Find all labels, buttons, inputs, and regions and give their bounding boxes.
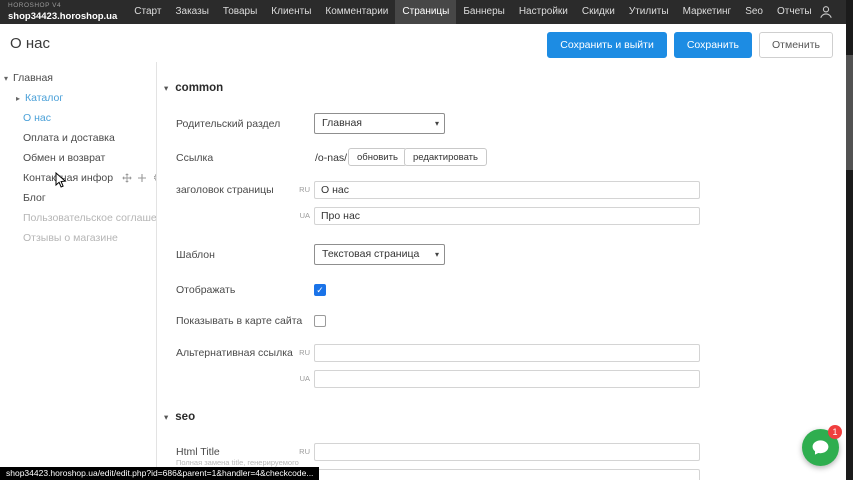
lang-tag-ua: UA [292, 211, 310, 220]
alt-link-ua-input[interactable] [314, 370, 700, 388]
sidebar-item-home[interactable]: ▾Главная [0, 68, 156, 88]
menu-item-discounts[interactable]: Скидки [575, 0, 622, 24]
link-refresh-button[interactable]: обновить [348, 148, 407, 166]
topbar: HOROSHOP V4 shop34423.horoshop.ua Старт … [0, 0, 853, 24]
menu-item-marketing[interactable]: Маркетинг [676, 0, 739, 24]
sitemap-checkbox[interactable] [314, 315, 326, 327]
chat-widget-button[interactable]: 1 [802, 429, 839, 466]
chevron-down-icon: ▾ [435, 245, 439, 264]
page-scrollbar-track[interactable] [846, 0, 853, 480]
parent-section-label: Родительский раздел [176, 118, 280, 130]
section-seo-header[interactable]: ▾ seo [164, 411, 195, 423]
sidebar-item-label: Пользовательское соглашение [23, 212, 156, 224]
menu-item-seo[interactable]: Seo [738, 0, 770, 24]
menu-item-comments[interactable]: Комментарии [318, 0, 395, 24]
html-title-hint: Полная замена title, генерируемого [176, 458, 299, 467]
chevron-right-icon: ▸ [16, 89, 25, 108]
brand-version-label: HOROSHOP V4 [8, 3, 117, 10]
sidebar-item-label: Контактная инфор [23, 172, 113, 184]
chat-unread-badge: 1 [828, 425, 842, 439]
menu-item-start[interactable]: Старт [127, 0, 168, 24]
link-value: /o-nas/ [315, 152, 347, 164]
template-label: Шаблон [176, 249, 215, 261]
sidebar-item-about[interactable]: О нас [0, 108, 156, 128]
add-page-icon[interactable] [137, 173, 148, 184]
link-edit-button[interactable]: редактировать [404, 148, 487, 166]
chevron-down-icon: ▾ [435, 114, 439, 133]
display-label: Отображать [176, 284, 235, 296]
page-title-ru-input[interactable] [314, 181, 700, 199]
sidebar-item-label: Оплата и доставка [23, 132, 115, 144]
menu-item-reports[interactable]: Отчеты [770, 0, 819, 24]
sidebar-item-user-agreement[interactable]: Пользовательское соглашение [0, 208, 156, 228]
lang-tag-ru: RU [292, 447, 310, 456]
sidebar-item-label: Каталог [25, 92, 63, 104]
chevron-down-icon: ▾ [164, 412, 168, 422]
browser-status-bar: shop34423.horoshop.ua/edit/edit.php?id=6… [0, 467, 319, 480]
account-icon[interactable] [819, 5, 833, 19]
brand-logo[interactable]: HOROSHOP V4 shop34423.horoshop.ua [0, 0, 127, 24]
parent-section-value: Главная [322, 117, 362, 129]
section-common-header[interactable]: ▾ common [164, 82, 223, 94]
sitemap-label: Показывать в карте сайта [176, 315, 302, 327]
page-scrollbar-thumb[interactable] [846, 55, 853, 170]
menu-item-clients[interactable]: Клиенты [264, 0, 318, 24]
page-header: О нас Сохранить и выйти Сохранить Отмени… [0, 24, 846, 62]
sidebar-item-label: Блог [23, 192, 46, 204]
row-hover-icons: ⚙ [122, 173, 156, 184]
admin-page: HOROSHOP V4 shop34423.horoshop.ua Старт … [0, 0, 853, 480]
section-title: common [175, 82, 223, 94]
alt-link-label: Альтернативная ссылка [176, 347, 293, 359]
chevron-down-icon: ▾ [4, 69, 13, 88]
move-icon[interactable] [122, 173, 133, 184]
main-menu: Старт Заказы Товары Клиенты Комментарии … [127, 0, 818, 24]
menu-item-orders[interactable]: Заказы [168, 0, 215, 24]
menu-item-pages[interactable]: Страницы [395, 0, 456, 24]
brand-domain-label: shop34423.horoshop.ua [8, 12, 117, 22]
cancel-button[interactable]: Отменить [759, 32, 833, 58]
check-icon: ✓ [315, 285, 325, 296]
save-and-exit-button[interactable]: Сохранить и выйти [547, 32, 667, 58]
lang-tag-ru: RU [292, 185, 310, 194]
lang-tag-ua: UA [292, 374, 310, 383]
page-title-label: заголовок страницы [176, 184, 274, 196]
section-title: seo [175, 411, 195, 423]
sidebar-item-catalog[interactable]: ▸Каталог [0, 88, 156, 108]
html-title-label: Html Title [176, 446, 220, 458]
settings-gear-icon[interactable]: ⚙ [152, 173, 156, 184]
sidebar-item-exchange-return[interactable]: Обмен и возврат [0, 148, 156, 168]
sidebar-item-label: О нас [23, 112, 51, 124]
page-title-ua-input[interactable] [314, 207, 700, 225]
sidebar-item-payment-delivery[interactable]: Оплата и доставка [0, 128, 156, 148]
link-label: Ссылка [176, 152, 213, 164]
sidebar-item-label: Отзывы о магазине [23, 232, 118, 244]
lang-tag-ru: RU [292, 348, 310, 357]
menu-item-banners[interactable]: Баннеры [456, 0, 511, 24]
parent-section-select[interactable]: Главная ▾ [314, 113, 445, 134]
html-title-ua-input[interactable] [314, 469, 700, 480]
header-buttons: Сохранить и выйти Сохранить Отменить [547, 32, 833, 58]
menu-item-settings[interactable]: Настройки [512, 0, 575, 24]
chevron-down-icon: ▾ [164, 83, 168, 93]
menu-item-utilities[interactable]: Утилиты [622, 0, 676, 24]
pages-tree-sidebar: ▾Главная ▸Каталог О нас Оплата и доставк… [0, 62, 157, 480]
menu-item-products[interactable]: Товары [216, 0, 264, 24]
page-edit-form: ▾ common Родительский раздел Главная ▾ Сс… [158, 62, 846, 480]
sidebar-item-contact-info[interactable]: Контактная инфор ⚙ [0, 168, 156, 188]
html-title-ru-input[interactable] [314, 443, 700, 461]
save-button[interactable]: Сохранить [674, 32, 752, 58]
template-select[interactable]: Текстовая страница ▾ [314, 244, 445, 265]
sidebar-item-label: Обмен и возврат [23, 152, 105, 164]
alt-link-ru-input[interactable] [314, 344, 700, 362]
sidebar-item-blog[interactable]: Блог [0, 188, 156, 208]
template-value: Текстовая страница [322, 248, 419, 260]
chat-bubble-icon [811, 438, 830, 457]
page-title: О нас [10, 35, 50, 52]
display-checkbox[interactable]: ✓ [314, 284, 326, 296]
sidebar-item-label: Главная [13, 72, 53, 84]
sidebar-item-store-reviews[interactable]: Отзывы о магазине [0, 228, 156, 248]
